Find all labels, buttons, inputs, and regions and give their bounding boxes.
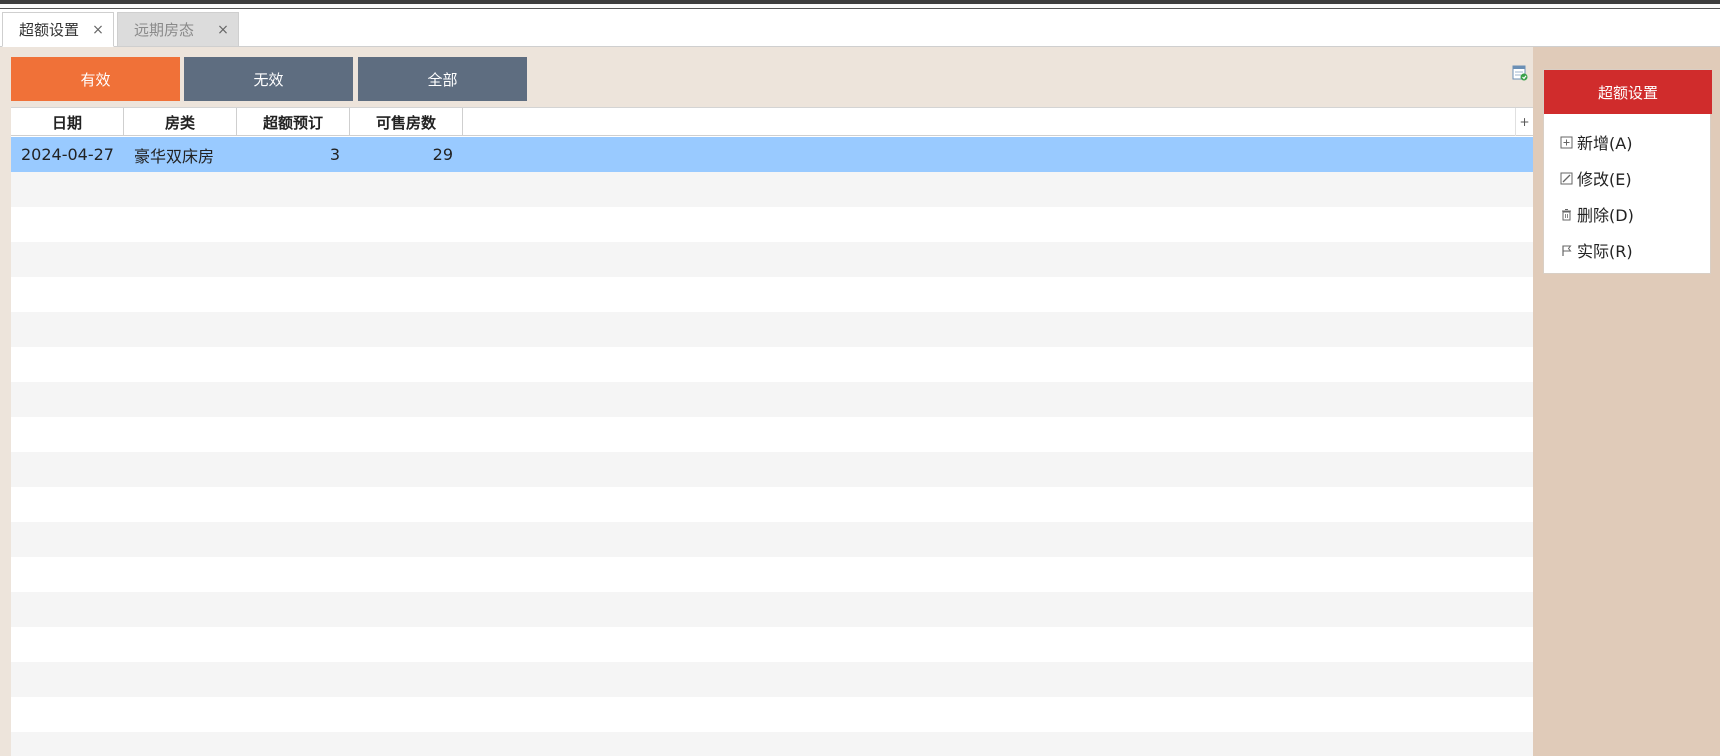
trash-icon	[1562, 208, 1571, 220]
grid-header: 日期 房类 超额预订 可售房数 +	[11, 108, 1533, 136]
close-icon[interactable]: ×	[216, 22, 230, 38]
edit-button[interactable]: 修改(E)	[1544, 162, 1712, 194]
empty-row	[11, 592, 1533, 627]
filter-all-button[interactable]: 全部	[358, 57, 527, 101]
filter-invalid-button[interactable]: 无效	[184, 57, 353, 101]
empty-row	[11, 487, 1533, 522]
cell-available: 29	[432, 145, 453, 164]
cell-overbooking: 3	[329, 145, 340, 164]
delete-button[interactable]: 删除(D)	[1544, 198, 1712, 230]
tab-bar: 超额设置 × 远期房态 ×	[0, 9, 1720, 47]
panel-title: 超额设置	[1544, 70, 1712, 114]
filter-valid-button[interactable]: 有效	[11, 57, 180, 101]
column-chooser-button[interactable]: +	[1515, 108, 1533, 136]
table-row[interactable]: 2024-04-27 豪华双床房 3 29	[11, 137, 1533, 172]
actual-label: 实际(R)	[1577, 242, 1633, 261]
close-icon[interactable]: ×	[91, 22, 105, 38]
add-label: 新增(A)	[1577, 134, 1633, 153]
empty-row	[11, 347, 1533, 382]
column-header-available[interactable]: 可售房数	[350, 108, 463, 136]
tab-label: 远期房态	[134, 21, 195, 39]
empty-row	[11, 732, 1533, 756]
export-excel-icon[interactable]	[1512, 65, 1528, 81]
tab-forward-room-status[interactable]: 远期房态 ×	[117, 12, 239, 47]
edit-label: 修改(E)	[1577, 170, 1632, 189]
empty-row	[11, 662, 1533, 697]
column-header-date[interactable]: 日期	[11, 108, 124, 136]
empty-row	[11, 557, 1533, 592]
empty-row	[11, 277, 1533, 312]
empty-row	[11, 417, 1533, 452]
column-header-room-type[interactable]: 房类	[124, 108, 237, 136]
tab-overbooking-settings[interactable]: 超额设置 ×	[2, 12, 114, 47]
delete-label: 删除(D)	[1577, 206, 1634, 225]
empty-row	[11, 382, 1533, 417]
actual-button[interactable]: 实际(R)	[1544, 234, 1712, 266]
tab-label: 超额设置	[19, 21, 80, 39]
column-header-overbooking[interactable]: 超额预订	[237, 108, 350, 136]
window-top-strip	[0, 0, 1720, 9]
empty-row	[11, 207, 1533, 242]
main-content: 有效 无效 全部 日期 房类 超额预订 可售房数 + 2024-04-27 豪华…	[0, 47, 1533, 756]
overbooking-grid: 日期 房类 超额预订 可售房数 + 2024-04-27 豪华双床房 3 29	[11, 107, 1533, 756]
empty-row	[11, 627, 1533, 662]
cell-room-type: 豪华双床房	[134, 146, 215, 166]
add-button[interactable]: 新增(A)	[1544, 126, 1712, 158]
edit-icon	[1560, 172, 1573, 184]
empty-row	[11, 522, 1533, 557]
empty-row	[11, 242, 1533, 277]
action-panel: 超额设置 新增(A) 修改(E) 删除(D) 实际(R)	[1543, 69, 1712, 274]
empty-row	[11, 697, 1533, 732]
empty-row	[11, 312, 1533, 347]
cell-date: 2024-04-27	[21, 145, 114, 164]
flag-icon	[1562, 245, 1572, 256]
empty-row	[11, 172, 1533, 207]
plus-square-icon	[1560, 136, 1573, 148]
empty-row	[11, 452, 1533, 487]
